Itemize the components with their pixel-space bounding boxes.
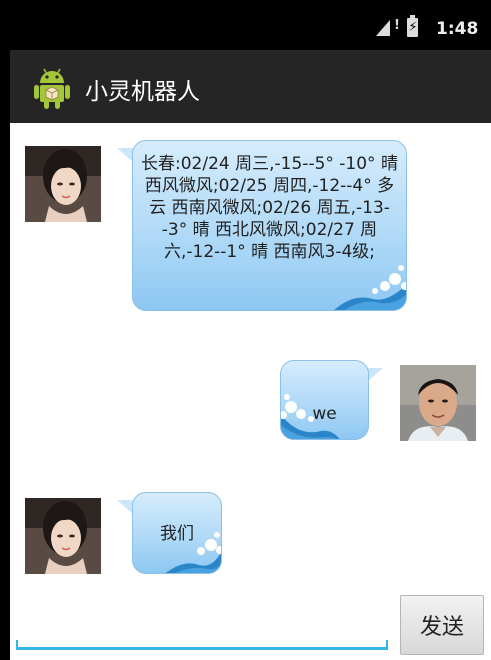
- message-input[interactable]: [18, 600, 390, 642]
- message-bubble-received: 长春:02/24 周三,-15--5° -10° 晴 西风微风;02/25 周四…: [132, 140, 407, 311]
- signal-icon: [376, 20, 390, 36]
- app-title: 小灵机器人: [85, 79, 200, 105]
- action-bar: 小灵机器人: [10, 50, 491, 123]
- message-bubble-received: 我们: [132, 492, 222, 574]
- input-underline: [16, 640, 388, 650]
- bubble-tail: [117, 500, 133, 514]
- status-bar: ! ⚡ 1:48: [10, 0, 491, 50]
- bubble-tail: [117, 148, 133, 162]
- message-bubble-sent: we: [280, 360, 369, 440]
- send-button[interactable]: 发送: [400, 595, 484, 655]
- message-text: 长春:02/24 周三,-15--5° -10° 晴 西风微风;02/25 周四…: [141, 154, 398, 262]
- app-screen: ! ⚡ 1:48 小灵机器人 长春:02/24 周三,-15--5° -10° …: [10, 0, 491, 660]
- no-data-icon: !: [394, 18, 400, 33]
- bubble-tail: [367, 368, 383, 382]
- robot-avatar: [25, 498, 101, 574]
- message-text: we: [312, 404, 337, 424]
- charging-icon: ⚡: [408, 20, 418, 35]
- message-text: 我们: [160, 524, 194, 544]
- status-time: 1:48: [436, 19, 479, 39]
- android-app-icon: [34, 68, 70, 109]
- robot-avatar: [25, 146, 101, 222]
- user-avatar: [400, 365, 476, 441]
